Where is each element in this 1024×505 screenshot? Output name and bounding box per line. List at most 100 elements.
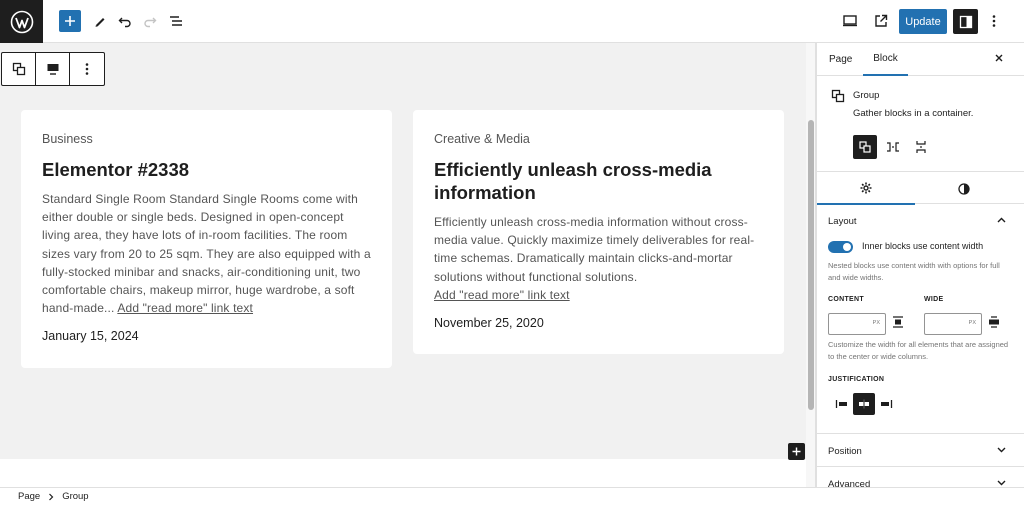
justify-left-button[interactable] [831, 393, 853, 415]
wide-width-icon [988, 315, 1000, 329]
post-card[interactable]: Creative & Media Efficiently unleash cro… [413, 110, 784, 354]
content-width-label: CONTENT [828, 296, 864, 303]
align-full-icon [47, 64, 58, 75]
post-category[interactable]: Business [42, 132, 371, 146]
tab-styles[interactable] [915, 172, 1013, 205]
settings-toggle-button[interactable] [953, 9, 978, 34]
unit-label: PX [872, 320, 880, 326]
wide-width-label: WIDE [924, 296, 944, 303]
block-variations [853, 135, 933, 159]
breadcrumb-group[interactable]: Group [62, 491, 88, 502]
block-type-button[interactable] [2, 53, 36, 85]
undo-button[interactable] [113, 9, 137, 33]
justify-right-icon [881, 400, 893, 408]
justification-label: JUSTIFICATION [828, 376, 885, 383]
toggle-help-text: Nested blocks use content width with opt… [828, 261, 1000, 282]
post-title[interactable]: Elementor #2338 [42, 158, 371, 181]
align-center-icon [893, 316, 903, 328]
read-more-link[interactable]: Add "read more" link text [434, 288, 570, 302]
justify-right-button[interactable] [875, 393, 897, 415]
canvas-scrollbar-thumb[interactable] [808, 120, 814, 410]
redo-icon [144, 17, 157, 28]
align-wide-icon [989, 316, 999, 328]
block-breadcrumb: Page Group [0, 487, 1024, 505]
sidebar-icon [959, 15, 972, 28]
layout-panel-heading[interactable]: Layout [828, 216, 857, 227]
group-icon [859, 141, 871, 153]
variation-stack-button[interactable] [909, 135, 933, 159]
content-width-icon [892, 315, 904, 329]
chevron-right-icon [49, 493, 54, 500]
width-help-text: Customize the width for all elements tha… [828, 340, 1009, 361]
styles-icon [958, 182, 970, 195]
more-vertical-icon [85, 63, 89, 75]
unit-label: PX [968, 320, 976, 326]
wordpress-icon [10, 10, 33, 33]
group-icon [831, 89, 845, 103]
post-category[interactable]: Creative & Media [434, 132, 763, 146]
post-date: January 15, 2024 [42, 329, 139, 344]
list-view-icon [170, 16, 182, 26]
content-width-input[interactable]: PX [828, 313, 886, 335]
plus-icon [65, 16, 75, 26]
document-overview-button[interactable] [164, 9, 188, 33]
post-card[interactable]: Business Elementor #2338 Standard Single… [21, 110, 392, 368]
view-post-button[interactable] [869, 9, 893, 33]
layout-panel: Layout Inner blocks use content width Ne… [817, 205, 1024, 434]
close-icon [995, 54, 1003, 62]
wide-width-input[interactable]: PX [924, 313, 982, 335]
post-excerpt-text: Efficiently unleash cross-media informat… [434, 215, 755, 284]
inner-blocks-content-width-toggle[interactable] [828, 241, 853, 253]
update-button[interactable]: Update [899, 9, 947, 34]
variation-row-button[interactable] [881, 135, 905, 159]
breadcrumb-page[interactable]: Page [18, 491, 40, 502]
toggle-label: Inner blocks use content width [862, 241, 984, 251]
block-inspector-tabs [817, 171, 1024, 205]
preview-button[interactable] [838, 9, 862, 33]
tab-block[interactable]: Block [863, 43, 908, 76]
justify-center-icon [859, 399, 869, 409]
tab-page[interactable]: Page [829, 43, 852, 76]
row-icon [887, 142, 899, 152]
redo-button[interactable] [138, 9, 162, 33]
block-options-button[interactable] [70, 53, 104, 85]
read-more-link[interactable]: Add "read more" link text [117, 301, 253, 315]
align-button[interactable] [36, 53, 70, 85]
tab-settings[interactable] [817, 172, 915, 205]
tools-button[interactable] [88, 9, 112, 33]
settings-sidebar: Page Block Group Gather blocks in a cont… [816, 43, 1024, 490]
close-sidebar-button[interactable] [994, 53, 1004, 63]
block-card-description: Gather blocks in a container. [853, 108, 974, 119]
justify-center-button[interactable] [853, 393, 875, 415]
justification-controls [831, 393, 897, 415]
group-icon [12, 62, 25, 76]
post-date: November 25, 2020 [434, 316, 544, 331]
stack-icon [916, 141, 926, 153]
canvas-add-block-button[interactable] [788, 443, 805, 460]
advanced-panel-heading: Advanced [828, 479, 871, 490]
more-vertical-icon [992, 15, 996, 27]
post-title[interactable]: Efficiently unleash cross-media informat… [434, 158, 763, 204]
chevron-down-icon [997, 447, 1006, 453]
chevron-down-icon [997, 480, 1006, 486]
block-card-icon [831, 89, 845, 103]
desktop-icon [843, 15, 857, 27]
justify-left-icon [835, 400, 847, 408]
options-menu-button[interactable] [982, 9, 1006, 33]
plus-icon [792, 447, 801, 456]
variation-group-button[interactable] [853, 135, 877, 159]
post-excerpt[interactable]: Standard Single Room Standard Single Roo… [42, 190, 371, 317]
undo-icon [118, 17, 131, 28]
position-panel[interactable]: Position [817, 434, 1024, 467]
sidebar-tabs: Page Block [817, 43, 1024, 76]
wordpress-logo-button[interactable] [0, 0, 43, 43]
canvas-footer-area [0, 459, 806, 487]
external-link-icon [875, 14, 888, 27]
gear-icon [860, 182, 872, 193]
position-panel-heading: Position [828, 446, 862, 457]
editor-top-toolbar: Update [0, 0, 1024, 43]
advanced-panel[interactable]: Advanced [817, 467, 1024, 490]
layout-panel-toggle[interactable] [997, 217, 1006, 223]
add-block-button[interactable] [59, 10, 81, 32]
post-excerpt[interactable]: Efficiently unleash cross-media informat… [434, 213, 763, 304]
